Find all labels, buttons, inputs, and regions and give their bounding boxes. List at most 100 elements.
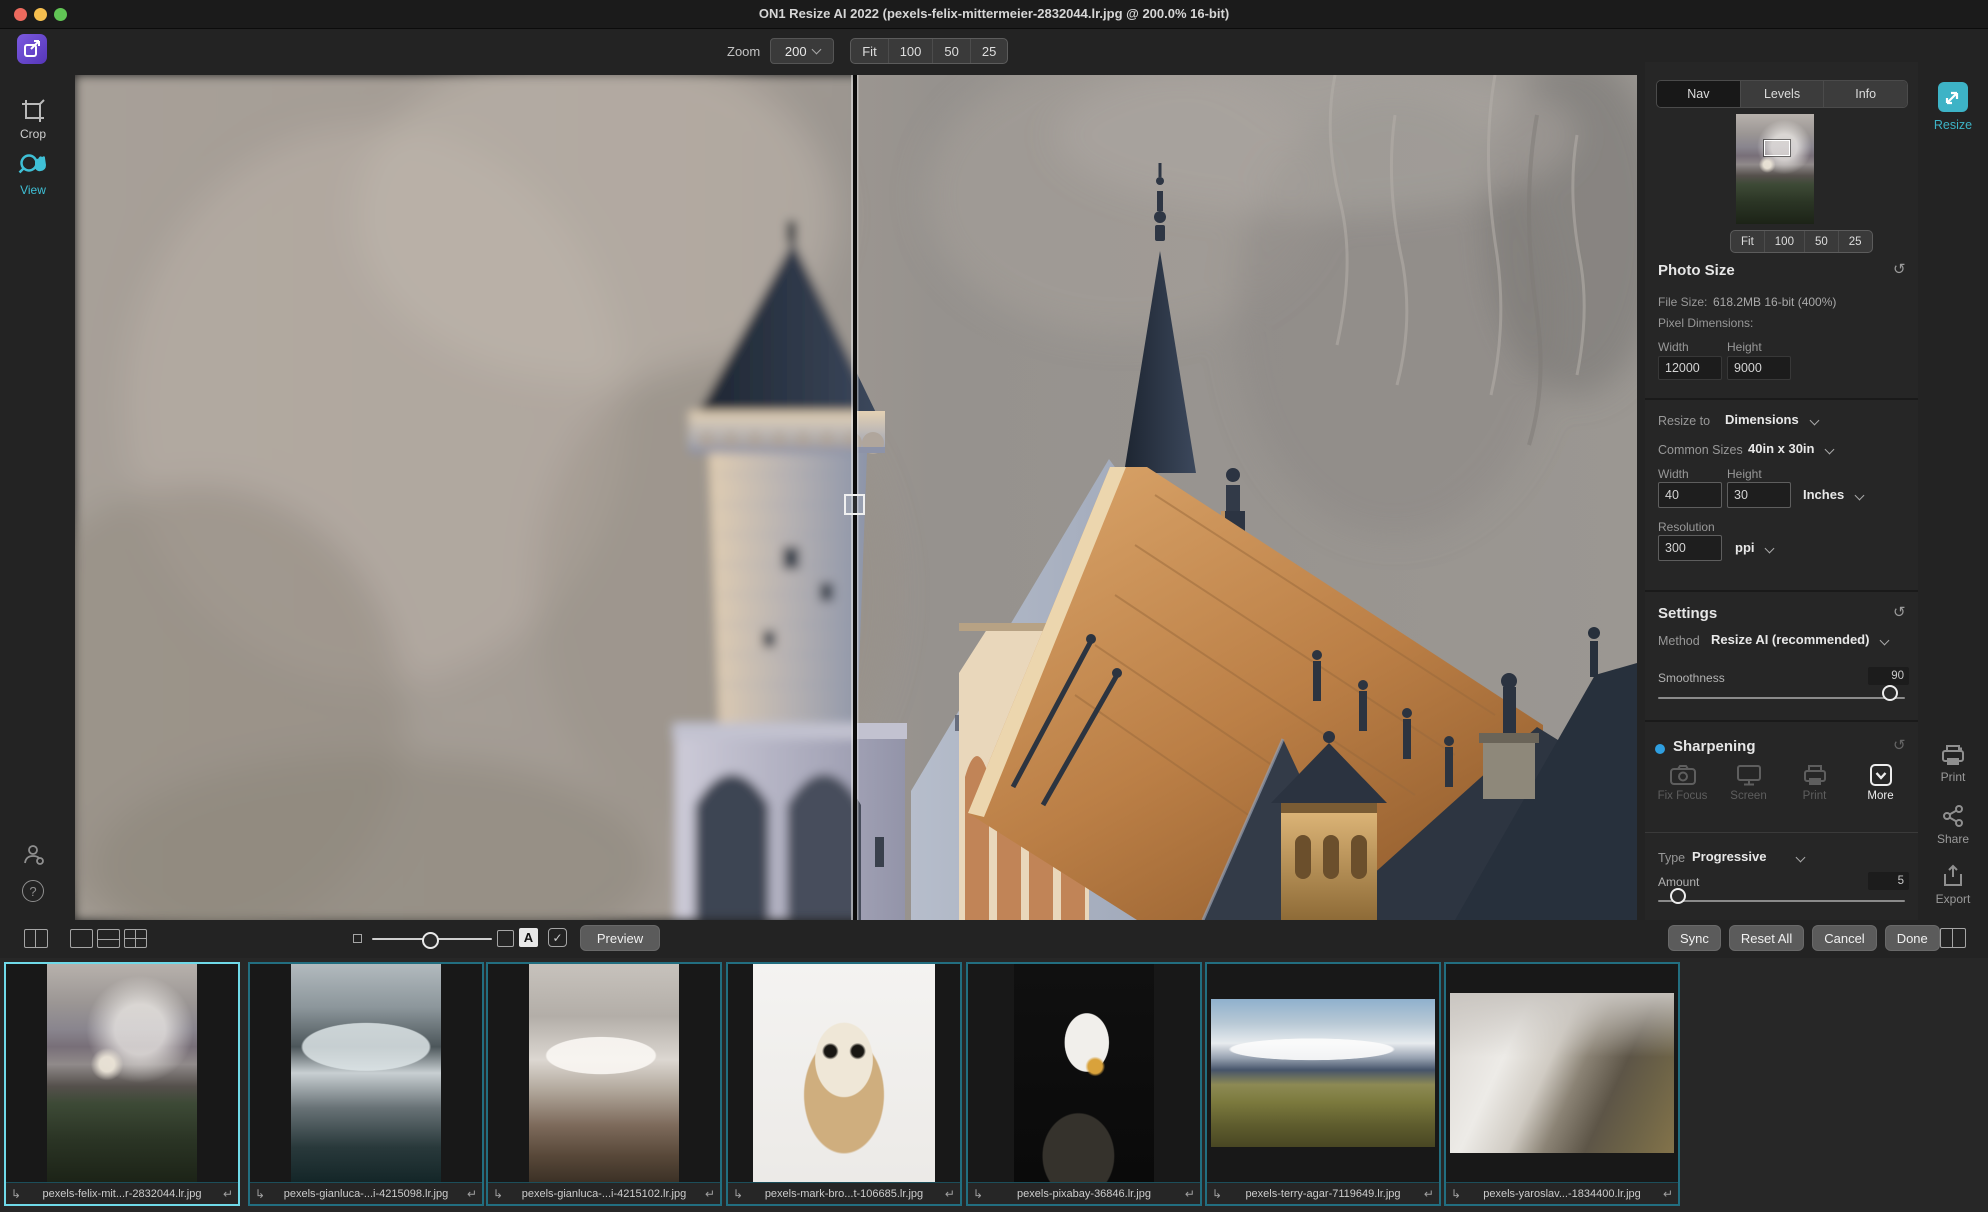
tab-nav[interactable]: Nav [1657,81,1740,107]
smoothness-value[interactable]: 90 [1868,667,1909,685]
view-icon [18,152,48,180]
resize-in-icon: ↳ [11,1187,21,1201]
preview-button[interactable]: Preview [580,925,660,951]
zoom-level-dropdown[interactable]: 200 [770,38,834,64]
chevron-down-icon [1879,636,1889,646]
nav-preset-fit[interactable]: Fit [1731,231,1764,252]
nav-preset-100[interactable]: 100 [1764,231,1804,252]
nav-preset-50[interactable]: 50 [1804,231,1838,252]
sharpen-preset-fix-focus[interactable]: Fix Focus [1655,764,1710,802]
crop-icon [20,98,46,124]
resolution-units-dropdown[interactable]: ppi [1735,539,1773,557]
layout-grid-icon[interactable] [124,929,147,948]
export-button[interactable]: Export [1918,864,1988,906]
sharpen-preset-print[interactable]: Print [1787,764,1842,802]
sharpening-reset-icon[interactable]: ↺ [1893,736,1906,754]
export-label: Export [1918,892,1988,906]
nav-preset-25[interactable]: 25 [1838,231,1872,252]
filename-bar: ↳ pexels-terry-agar-7119649.lr.jpg ↵ [1207,1182,1439,1204]
view-tool[interactable]: View [0,152,66,197]
account-button[interactable] [22,843,46,872]
tab-info[interactable]: Info [1823,81,1907,107]
filmstrip-item-5[interactable]: ↳ pexels-pixabay-36846.lr.jpg ↵ [966,962,1202,1206]
print-button[interactable]: Print [1918,744,1988,784]
share-button[interactable]: Share [1918,804,1988,846]
background-color-icon[interactable] [497,930,514,947]
divider [1645,590,1918,592]
thumbnail-castle [47,964,197,1182]
panel-toggle-icon[interactable] [1940,928,1966,948]
help-button[interactable]: ? [22,880,44,902]
sharpen-preset-label: Print [1803,790,1827,802]
compare-divider[interactable] [847,75,863,920]
sharpening-enable-toggle[interactable] [1655,744,1665,754]
app-window: { "window": { "title": "ON1 Resize AI 20… [0,0,1988,1212]
nav-preview-thumbnail[interactable] [1736,114,1814,224]
nav-view-rectangle[interactable] [1764,140,1790,156]
sharpen-preset-screen[interactable]: Screen [1721,764,1776,802]
nav-zoom-preset-group: Fit 100 50 25 [1730,230,1873,253]
zoom-preset-100[interactable]: 100 [888,39,933,63]
thumb-size-slider[interactable] [372,932,492,946]
tab-levels[interactable]: Levels [1740,81,1824,107]
filmstrip-item-3[interactable]: ↳ pexels-gianluca-...i-4215102.lr.jpg ↵ [486,962,722,1206]
auto-letter: A [524,930,533,945]
app-logo [17,34,47,64]
filename-label: pexels-yaroslav...-1834400.lr.jpg [1483,1188,1641,1200]
soft-proof-checkbox-icon[interactable]: ✓ [548,928,567,947]
thumbnail-snow-valley [1450,993,1674,1153]
print-label: Print [1918,770,1988,784]
more-checkbox-icon [1868,764,1894,786]
filmstrip-item-7[interactable]: ↳ pexels-yaroslav...-1834400.lr.jpg ↵ [1444,962,1680,1206]
thumb-size-slider-handle[interactable] [422,932,439,949]
resize-in-icon: ↳ [973,1187,983,1201]
filename-label: pexels-gianluca-...i-4215098.lr.jpg [284,1188,449,1200]
smoothness-slider-handle[interactable] [1882,685,1898,701]
sharpen-type-dropdown[interactable]: Progressive [1692,848,1804,866]
resize-to-label: Resize to [1658,414,1710,428]
resize-out-icon: ↵ [223,1187,233,1201]
doc-height-input[interactable] [1727,482,1791,508]
resolution-input[interactable] [1658,535,1722,561]
sharpen-preset-more[interactable]: More [1853,764,1908,802]
zoom-preset-fit[interactable]: Fit [851,39,887,63]
chevron-down-icon [1854,491,1864,501]
resize-out-icon: ↵ [467,1187,477,1201]
smoothness-label: Smoothness [1658,671,1725,685]
method-label: Method [1658,634,1700,648]
doc-width-input[interactable] [1658,482,1722,508]
zoom-preset-50[interactable]: 50 [932,39,969,63]
zoom-preset-25[interactable]: 25 [970,39,1007,63]
thumbnail-dark-mountains [291,964,441,1182]
pixel-height-input[interactable] [1727,356,1791,380]
settings-reset-icon[interactable]: ↺ [1893,603,1906,621]
resize-to-value: Dimensions [1725,412,1799,427]
amount-value[interactable]: 5 [1868,872,1909,890]
amount-label: Amount [1658,875,1699,889]
smoothness-slider[interactable] [1658,692,1905,704]
chevron-down-icon [1795,853,1805,863]
common-sizes-value: 40in x 30in [1748,441,1814,456]
image-canvas[interactable] [75,75,1637,920]
amount-slider[interactable] [1658,895,1905,907]
filmstrip-item-2[interactable]: ↳ pexels-gianluca-...i-4215098.lr.jpg ↵ [248,962,484,1206]
user-share-icon [22,843,46,867]
filmstrip-item-4[interactable]: ↳ pexels-mark-bro...t-106685.lr.jpg ↵ [726,962,962,1206]
auto-preview-icon[interactable]: A [519,928,538,947]
pixel-width-input[interactable] [1658,356,1722,380]
resize-module-label: Resize [1918,118,1988,132]
sharpen-type-value: Progressive [1692,849,1766,864]
filmstrip-item-6[interactable]: ↳ pexels-terry-agar-7119649.lr.jpg ↵ [1205,962,1441,1206]
compare-view-icon[interactable] [24,929,48,948]
resize-to-dropdown[interactable]: Dimensions [1725,411,1818,429]
method-dropdown[interactable]: Resize AI (recommended) [1711,631,1888,649]
common-sizes-dropdown[interactable]: 40in x 30in [1748,440,1833,458]
units-dropdown[interactable]: Inches [1803,486,1863,504]
amount-slider-handle[interactable] [1670,888,1686,904]
filmstrip-item-1[interactable]: ↳ pexels-felix-mit...r-2832044.lr.jpg ↵ [4,962,240,1206]
layout-filmstrip-icon[interactable] [97,929,120,948]
resize-module-button[interactable]: Resize [1918,82,1988,132]
photo-size-reset-icon[interactable]: ↺ [1893,260,1906,278]
layout-single-icon[interactable] [70,929,93,948]
crop-tool[interactable]: Crop [0,98,66,141]
